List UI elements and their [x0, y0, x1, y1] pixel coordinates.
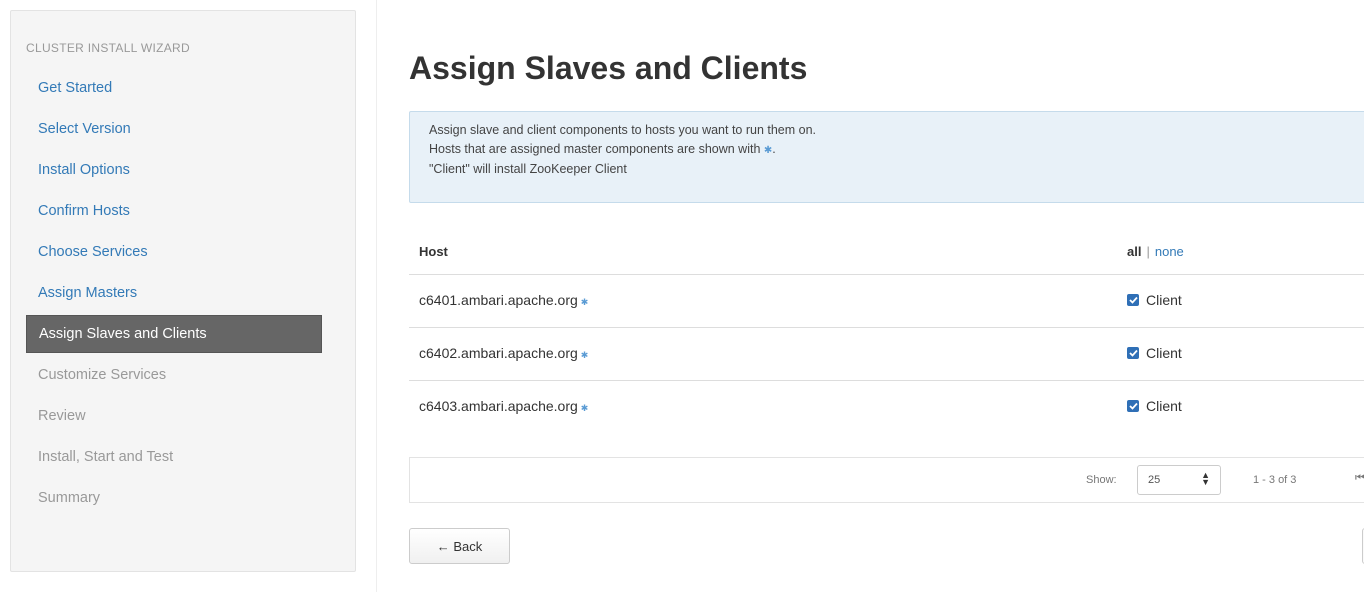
- table-row: c6401.ambari.apache.org ✱ Client: [409, 275, 1364, 328]
- client-checkbox-cell[interactable]: Client: [1127, 292, 1182, 308]
- table-header: Host all | none: [409, 229, 1364, 275]
- checkmark-icon: [1128, 296, 1138, 304]
- host-column-header: Host: [419, 244, 448, 259]
- host-name: c6403.ambari.apache.org: [419, 398, 578, 414]
- page-size-label: Show:: [1086, 474, 1117, 486]
- alert-line-2-text: Hosts that are assigned master component…: [429, 142, 761, 156]
- select-none-link[interactable]: none: [1155, 244, 1184, 259]
- sidebar-item-assign-masters[interactable]: Assign Masters: [26, 273, 322, 314]
- wizard-steps-list: Get Started Select Version Install Optio…: [26, 68, 322, 519]
- alert-line-2: Hosts that are assigned master component…: [429, 140, 1364, 160]
- master-marker-icon: ✱: [580, 403, 589, 413]
- client-checkbox-cell[interactable]: Client: [1127, 345, 1182, 361]
- page-range: 1 - 3 of 3: [1253, 474, 1297, 486]
- page-size-select[interactable]: 25 ▲ ▼: [1137, 465, 1221, 495]
- table-row: c6402.ambari.apache.org ✱ Client: [409, 328, 1364, 381]
- info-alert: Assign slave and client components to ho…: [409, 111, 1364, 203]
- master-marker-icon: ✱: [580, 350, 589, 360]
- sidebar-heading: CLUSTER INSTALL WIZARD: [26, 41, 190, 55]
- sidebar-item-confirm-hosts[interactable]: Confirm Hosts: [26, 191, 322, 232]
- sidebar-item-select-version[interactable]: Select Version: [26, 109, 322, 150]
- checkmark-icon: [1128, 402, 1138, 410]
- select-all-link[interactable]: all: [1127, 244, 1141, 259]
- client-checkbox-label: Client: [1146, 345, 1182, 361]
- table-row: c6403.ambari.apache.org ✱ Client: [409, 381, 1364, 433]
- sidebar-item-get-started[interactable]: Get Started: [26, 68, 322, 109]
- sidebar-item-customize-services: Customize Services: [38, 367, 167, 383]
- client-checkbox[interactable]: [1127, 347, 1139, 359]
- client-checkbox-label: Client: [1146, 292, 1182, 308]
- client-checkbox-cell[interactable]: Client: [1127, 398, 1182, 414]
- content-divider: [376, 0, 377, 592]
- host-name: c6402.ambari.apache.org: [419, 345, 578, 361]
- page-size-value: 25: [1148, 474, 1161, 486]
- alert-line-2-suffix: .: [772, 142, 776, 156]
- page-title: Assign Slaves and Clients: [409, 50, 808, 86]
- sidebar-item-install-options[interactable]: Install Options: [26, 150, 322, 191]
- alert-line-1: Assign slave and client components to ho…: [429, 123, 817, 137]
- host-name-cell: c6401.ambari.apache.org ✱: [419, 292, 588, 308]
- select-arrows-icon: ▲ ▼: [1201, 470, 1210, 487]
- sidebar-item-assign-slaves-and-clients: Assign Slaves and Clients: [26, 315, 322, 353]
- master-marker-icon: ✱: [580, 297, 589, 307]
- sidebar-item-choose-services[interactable]: Choose Services: [26, 232, 322, 273]
- table-pager: Show: 25 ▲ ▼ 1 - 3 of 3 ⏮: [409, 457, 1364, 503]
- checkmark-icon: [1128, 349, 1138, 357]
- client-checkbox[interactable]: [1127, 400, 1139, 412]
- host-name-cell: c6403.ambari.apache.org ✱: [419, 398, 588, 414]
- first-page-icon[interactable]: ⏮: [1355, 472, 1364, 485]
- sidebar-item-install-start-test: Install, Start and Test: [38, 449, 174, 465]
- host-name-cell: c6402.ambari.apache.org ✱: [419, 345, 588, 361]
- alert-line-3: "Client" will install ZooKeeper Client: [429, 162, 627, 176]
- select-separator: |: [1146, 244, 1150, 259]
- sidebar-item-summary: Summary: [38, 490, 101, 506]
- client-checkbox[interactable]: [1127, 294, 1139, 306]
- client-column-header: all | none: [1127, 244, 1184, 259]
- client-checkbox-label: Client: [1146, 398, 1182, 414]
- hosts-table: Host all | none c6401.ambari.apache.org ✱ C…: [409, 229, 1364, 433]
- back-button[interactable]: ← Back: [409, 528, 510, 564]
- sidebar-item-review: Review: [38, 408, 86, 424]
- host-name: c6401.ambari.apache.org: [419, 292, 578, 308]
